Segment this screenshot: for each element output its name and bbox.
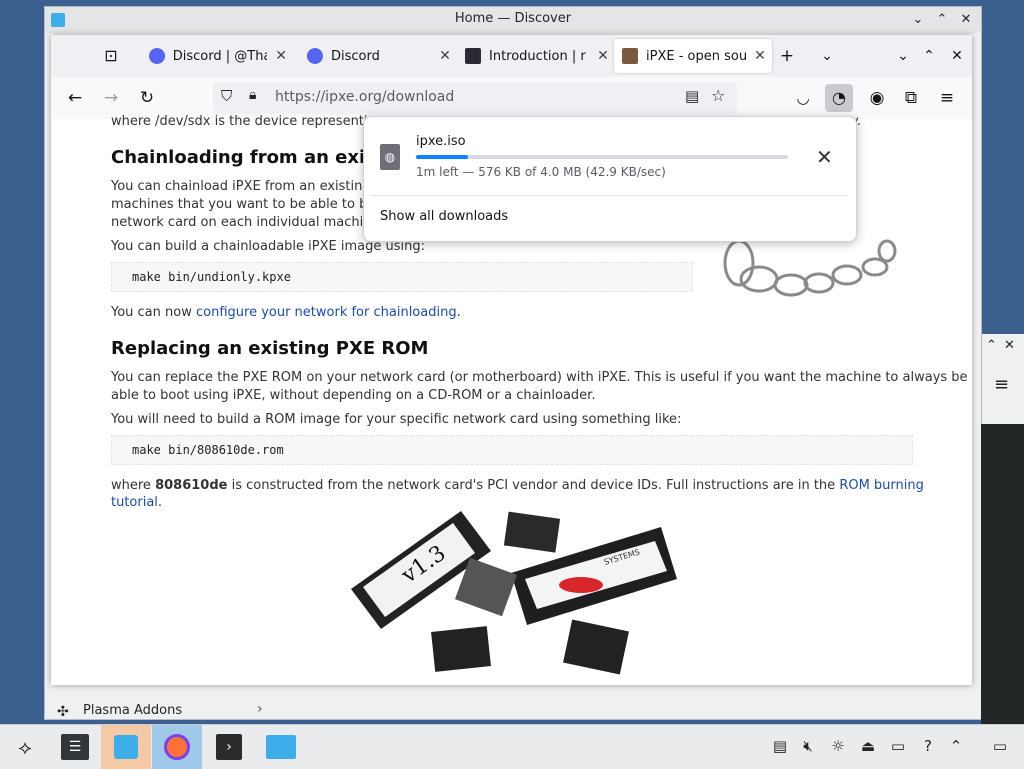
download-status: 1m left — 576 KB of 4.0 MB (42.9 KB/sec): [416, 165, 666, 179]
task-system-settings[interactable]: ☰: [50, 725, 100, 769]
close-tab-icon[interactable]: ✕: [752, 48, 768, 64]
task-terminal[interactable]: ›: [204, 725, 254, 769]
taskbar: ⟡ ☰ › ▤ 🔇︎ ☼ ⏏ ▭ ? ⌃ ▭: [0, 724, 1024, 769]
close-tab-icon[interactable]: ✕: [595, 48, 611, 64]
download-progress-bar: [416, 155, 788, 159]
download-progress-fill: [416, 155, 469, 159]
help-icon[interactable]: ?: [918, 737, 938, 757]
close-icon[interactable]: ✕: [957, 11, 975, 29]
rom-where-line: where 808610de is constructed from the n…: [111, 478, 924, 510]
discover-icon: [114, 735, 138, 759]
url-text[interactable]: https://ipxe.org/download: [275, 89, 454, 105]
discord-icon: [307, 48, 323, 64]
close-icon[interactable]: ✕: [943, 42, 971, 70]
rom-heading: Replacing an existing PXE ROM: [111, 338, 429, 359]
tab-ipxe[interactable]: iPXE - open sou ✕: [614, 39, 772, 73]
reload-icon[interactable]: ↻: [133, 84, 161, 112]
close-tab-icon[interactable]: ✕: [273, 48, 289, 64]
maximize-icon[interactable]: ⌃: [933, 11, 951, 29]
back-icon[interactable]: ←: [61, 84, 89, 112]
code-block-undionly: make bin/undionly.kpxe: [111, 262, 693, 292]
terminal-area: [981, 424, 1024, 724]
maximize-icon[interactable]: ⌃: [915, 42, 943, 70]
plasma-addons-item[interactable]: Plasma Addons: [83, 703, 182, 718]
bookmark-star-icon[interactable]: ☆: [711, 86, 725, 105]
show-hidden-icons-icon[interactable]: ⌃: [946, 737, 966, 757]
tab-title: iPXE - open sou: [646, 48, 746, 64]
addons-icon: ✣: [57, 704, 69, 720]
shield-icon[interactable]: ⛉: [221, 87, 232, 105]
task-file-manager[interactable]: [256, 725, 306, 769]
chevron-right-icon: ›: [257, 701, 263, 717]
terminal-icon: [465, 48, 481, 64]
show-desktop-icon[interactable]: ▭: [990, 737, 1010, 757]
configure-chainloading-link[interactable]: configure your network for chainloading: [196, 305, 457, 320]
new-tab-icon[interactable]: +: [773, 42, 801, 70]
ipxe-icon: [622, 48, 638, 64]
chainloading-para1-line2: machines that you want to be able to boo: [111, 197, 384, 212]
downloads-panel: ◍ ipxe.iso 1m left — 576 KB of 4.0 MB (4…: [363, 116, 857, 242]
hamburger-menu-icon[interactable]: ≡: [994, 374, 1009, 395]
task-firefox[interactable]: [152, 725, 202, 769]
rom-para1-line1: You can replace the PXE ROM on your netw…: [111, 370, 968, 385]
tab-discord-2[interactable]: Discord ✕: [301, 39, 453, 73]
brightness-icon[interactable]: ☼: [828, 737, 848, 757]
discover-titlebar: Home — Discover ⌄ ⌃ ✕: [45, 7, 981, 33]
clipboard-icon[interactable]: ▤: [770, 737, 790, 757]
code-block-rom: make bin/808610de.rom: [111, 435, 913, 465]
tab-bar: ⊡ Discord | @Tha ✕ Discord ✕ Introductio…: [51, 35, 972, 77]
application-launcher-icon[interactable]: ⟡: [0, 725, 50, 769]
reader-view-icon[interactable]: ▤: [685, 87, 699, 105]
chainloading-para1-line1: You can chainload iPXE from an existing …: [111, 179, 383, 194]
menu-icon[interactable]: ≡: [933, 84, 961, 112]
forward-icon[interactable]: →: [97, 84, 125, 112]
file-icon: ◍: [380, 144, 400, 170]
maximize-icon[interactable]: ⌃: [986, 338, 997, 353]
url-bar[interactable]: ⛉ 🔒︎ https://ipxe.org/download ▤ ☆: [213, 82, 737, 114]
account-icon[interactable]: ◉: [863, 84, 891, 112]
small-chip: [503, 511, 561, 553]
cancel-download-icon[interactable]: ✕: [816, 145, 833, 169]
close-tab-icon[interactable]: ✕: [437, 48, 453, 64]
small-chip: [563, 619, 629, 675]
tab-title: Introduction | r: [489, 48, 586, 64]
tab-title: Discord: [331, 48, 380, 64]
discover-sidebar-bottom: [45, 687, 981, 719]
volume-muted-icon[interactable]: 🔇︎: [798, 737, 818, 757]
partial-text-line: where /dev/sdx is the device representin: [111, 114, 376, 129]
usb-device-icon[interactable]: ⏏: [858, 737, 878, 757]
discord-icon: [149, 48, 165, 64]
task-discover[interactable]: [101, 725, 151, 769]
display-icon[interactable]: ▭: [888, 737, 908, 757]
minimize-icon[interactable]: ⌄: [909, 11, 927, 29]
tab-introduction[interactable]: Introduction | r ✕: [459, 39, 611, 73]
tab-title: Discord | @Tha: [172, 48, 268, 64]
show-all-downloads-button[interactable]: Show all downloads: [380, 209, 508, 224]
downloads-icon[interactable]: ◔: [825, 84, 853, 112]
chainloading-para1-line3: network card on each individual machine.: [111, 215, 384, 230]
chainloading-now-line: You can now configure your network for c…: [111, 305, 461, 320]
rom-chips-image: v1.3 SYSTEMS: [351, 511, 677, 675]
close-icon[interactable]: ✕: [1004, 338, 1015, 353]
pocket-icon[interactable]: ◡: [789, 84, 817, 112]
lock-icon[interactable]: 🔒︎: [249, 87, 256, 103]
rom-para1-line2: able to boot using iPXE, without dependi…: [111, 388, 596, 403]
minimize-icon[interactable]: ⌄: [889, 42, 917, 70]
rom-para2: You will need to build a ROM image for y…: [111, 412, 682, 427]
folder-icon: [266, 735, 296, 759]
list-all-tabs-icon[interactable]: ⌄: [813, 42, 841, 70]
terminal-icon: ›: [216, 734, 242, 760]
firefox-icon: [164, 734, 190, 760]
download-filename[interactable]: ipxe.iso: [416, 134, 466, 149]
tab-discord-1[interactable]: Discord | @Tha ✕: [143, 39, 289, 73]
separator: [372, 195, 848, 196]
system-settings-icon: ☰: [61, 734, 89, 760]
discover-window-title: Home — Discover: [454, 11, 572, 26]
extensions-icon[interactable]: ⧉: [897, 84, 925, 112]
chainloading-heading: Chainloading from an existin: [111, 147, 404, 168]
small-chip: [431, 626, 491, 672]
firefox-view-icon[interactable]: ⊡: [97, 42, 125, 70]
